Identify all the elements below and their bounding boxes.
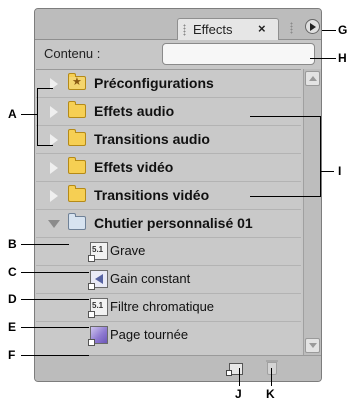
scroll-down-arrow-icon[interactable] xyxy=(305,338,320,353)
callout-c: C xyxy=(8,265,17,279)
expand-triangle-icon[interactable] xyxy=(49,161,58,175)
callout-line-j xyxy=(239,368,240,386)
expand-triangle-icon[interactable] xyxy=(49,189,58,203)
search-input[interactable] xyxy=(162,43,315,65)
callout-line-i-top xyxy=(250,116,320,117)
tab-effects[interactable]: Effects × xyxy=(177,18,279,40)
folder-icon xyxy=(68,101,86,118)
video-transition-icon xyxy=(88,326,108,346)
search-row: Contenu : xyxy=(35,39,321,69)
callout-line-a xyxy=(21,114,37,115)
callout-line-e xyxy=(21,327,89,328)
panel-footer xyxy=(35,355,321,381)
search-label: Contenu : xyxy=(44,46,101,61)
bin-item-label: Gain constant xyxy=(110,271,191,286)
callout-k: K xyxy=(266,387,275,401)
panel-tab-bar: Effects × xyxy=(35,9,321,40)
bin-item-grave[interactable]: 5.1 Grave xyxy=(36,238,301,266)
bin-item-label: Filtre chromatique xyxy=(110,299,215,314)
panel-grip-icon[interactable] xyxy=(290,22,293,34)
callout-e: E xyxy=(8,320,17,334)
audio-51-effect-icon: 5.1 xyxy=(88,242,108,262)
folder-icon xyxy=(68,157,86,174)
callout-line-h xyxy=(310,58,336,59)
callout-line-d xyxy=(21,299,89,300)
tree-item-label: Transitions vidéo xyxy=(94,187,210,203)
tree-item-label: Préconfigurations xyxy=(94,75,214,91)
custom-bin-icon xyxy=(68,213,86,230)
callout-line-b xyxy=(21,244,69,245)
audio-transition-icon xyxy=(88,270,108,290)
callout-line-a-top xyxy=(37,88,53,89)
effects-tree: Préconfigurations Effets audio Transitio… xyxy=(36,69,301,356)
callout-g: G xyxy=(338,23,348,37)
tree-item-presets[interactable]: Préconfigurations xyxy=(36,70,301,98)
expand-triangle-icon[interactable] xyxy=(49,105,58,119)
close-tab-icon[interactable]: × xyxy=(258,21,266,36)
preset-folder-icon xyxy=(68,73,86,90)
tree-item-audio-transitions[interactable]: Transitions audio xyxy=(36,126,301,154)
tree-item-label: Transitions audio xyxy=(94,131,210,147)
folder-icon xyxy=(68,129,86,146)
scroll-up-arrow-icon[interactable] xyxy=(305,71,320,86)
tab-grip-icon[interactable] xyxy=(183,24,186,36)
new-custom-bin-button[interactable] xyxy=(226,363,243,376)
bin-item-label: Page tournée xyxy=(110,327,189,342)
tree-item-label: Effets vidéo xyxy=(94,159,174,175)
callout-a: A xyxy=(8,107,17,121)
callout-line-f xyxy=(21,355,89,356)
tree-item-label: Chutier personnalisé 01 xyxy=(94,215,253,231)
callout-line-a-bottom xyxy=(37,145,53,146)
panel-menu-button[interactable] xyxy=(305,19,320,34)
vertical-scrollbar[interactable] xyxy=(303,69,321,355)
callout-line-g xyxy=(322,30,336,31)
tree-item-audio-effects[interactable]: Effets audio xyxy=(36,98,301,126)
video-effect-icon: 5.1 xyxy=(88,298,108,318)
tree-item-label: Effets audio xyxy=(94,103,175,119)
tree-item-video-effects[interactable]: Effets vidéo xyxy=(36,154,301,182)
bin-item-gain-constant[interactable]: Gain constant xyxy=(36,266,301,294)
callout-line-k xyxy=(271,368,272,386)
tree-item-custom-bin[interactable]: Chutier personnalisé 01 xyxy=(36,210,301,238)
callout-line-c xyxy=(21,272,89,273)
delete-custom-item-button[interactable] xyxy=(266,360,278,375)
callout-line-i-bottom xyxy=(250,196,320,197)
bin-item-label: Grave xyxy=(110,243,146,258)
folder-icon xyxy=(68,185,86,202)
callout-line-i xyxy=(320,171,334,172)
callout-j: J xyxy=(235,387,242,401)
callout-b: B xyxy=(8,237,17,251)
callout-bracket-i xyxy=(320,116,321,197)
tab-effects-label: Effects xyxy=(193,22,233,37)
callout-d: D xyxy=(8,292,17,306)
callout-f: F xyxy=(8,348,16,362)
collapse-triangle-icon[interactable] xyxy=(45,220,60,235)
callout-bracket-a xyxy=(37,88,38,146)
callout-i: I xyxy=(338,164,342,178)
callout-h: H xyxy=(338,51,347,65)
effects-panel: Effects × Contenu : Préconfigurations Ef… xyxy=(34,8,322,382)
